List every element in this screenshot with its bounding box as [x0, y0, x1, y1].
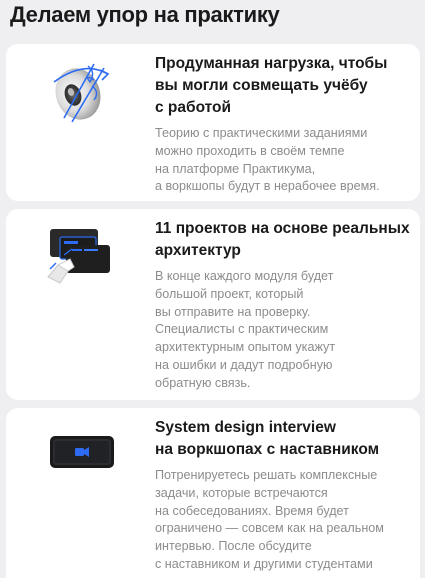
feature-card-interview: System design interview на воркшопах с н…: [6, 408, 420, 578]
architecture-blocks-icon: [44, 225, 120, 301]
card-title: 11 проектов на основе реальных архитекту…: [155, 220, 410, 259]
card-description: Теорию с практическими заданиями можно п…: [155, 126, 380, 194]
card-title: System design interview на воркшопах с н…: [155, 419, 380, 458]
rotating-disc-icon: [44, 52, 120, 128]
card-description: Потренируетесь решать комплексные задачи…: [155, 468, 384, 571]
card-title: Продуманная нагрузка, чтобы вы могли сов…: [155, 55, 388, 116]
video-call-icon: [44, 412, 120, 488]
feature-card-projects: 11 проектов на основе реальных архитекту…: [6, 209, 420, 400]
card-description: В конце каждого модуля будет большой про…: [155, 269, 336, 390]
feature-card-workload: Продуманная нагрузка, чтобы вы могли сов…: [6, 44, 420, 201]
page-title: Делаем упор на практику: [10, 2, 280, 27]
